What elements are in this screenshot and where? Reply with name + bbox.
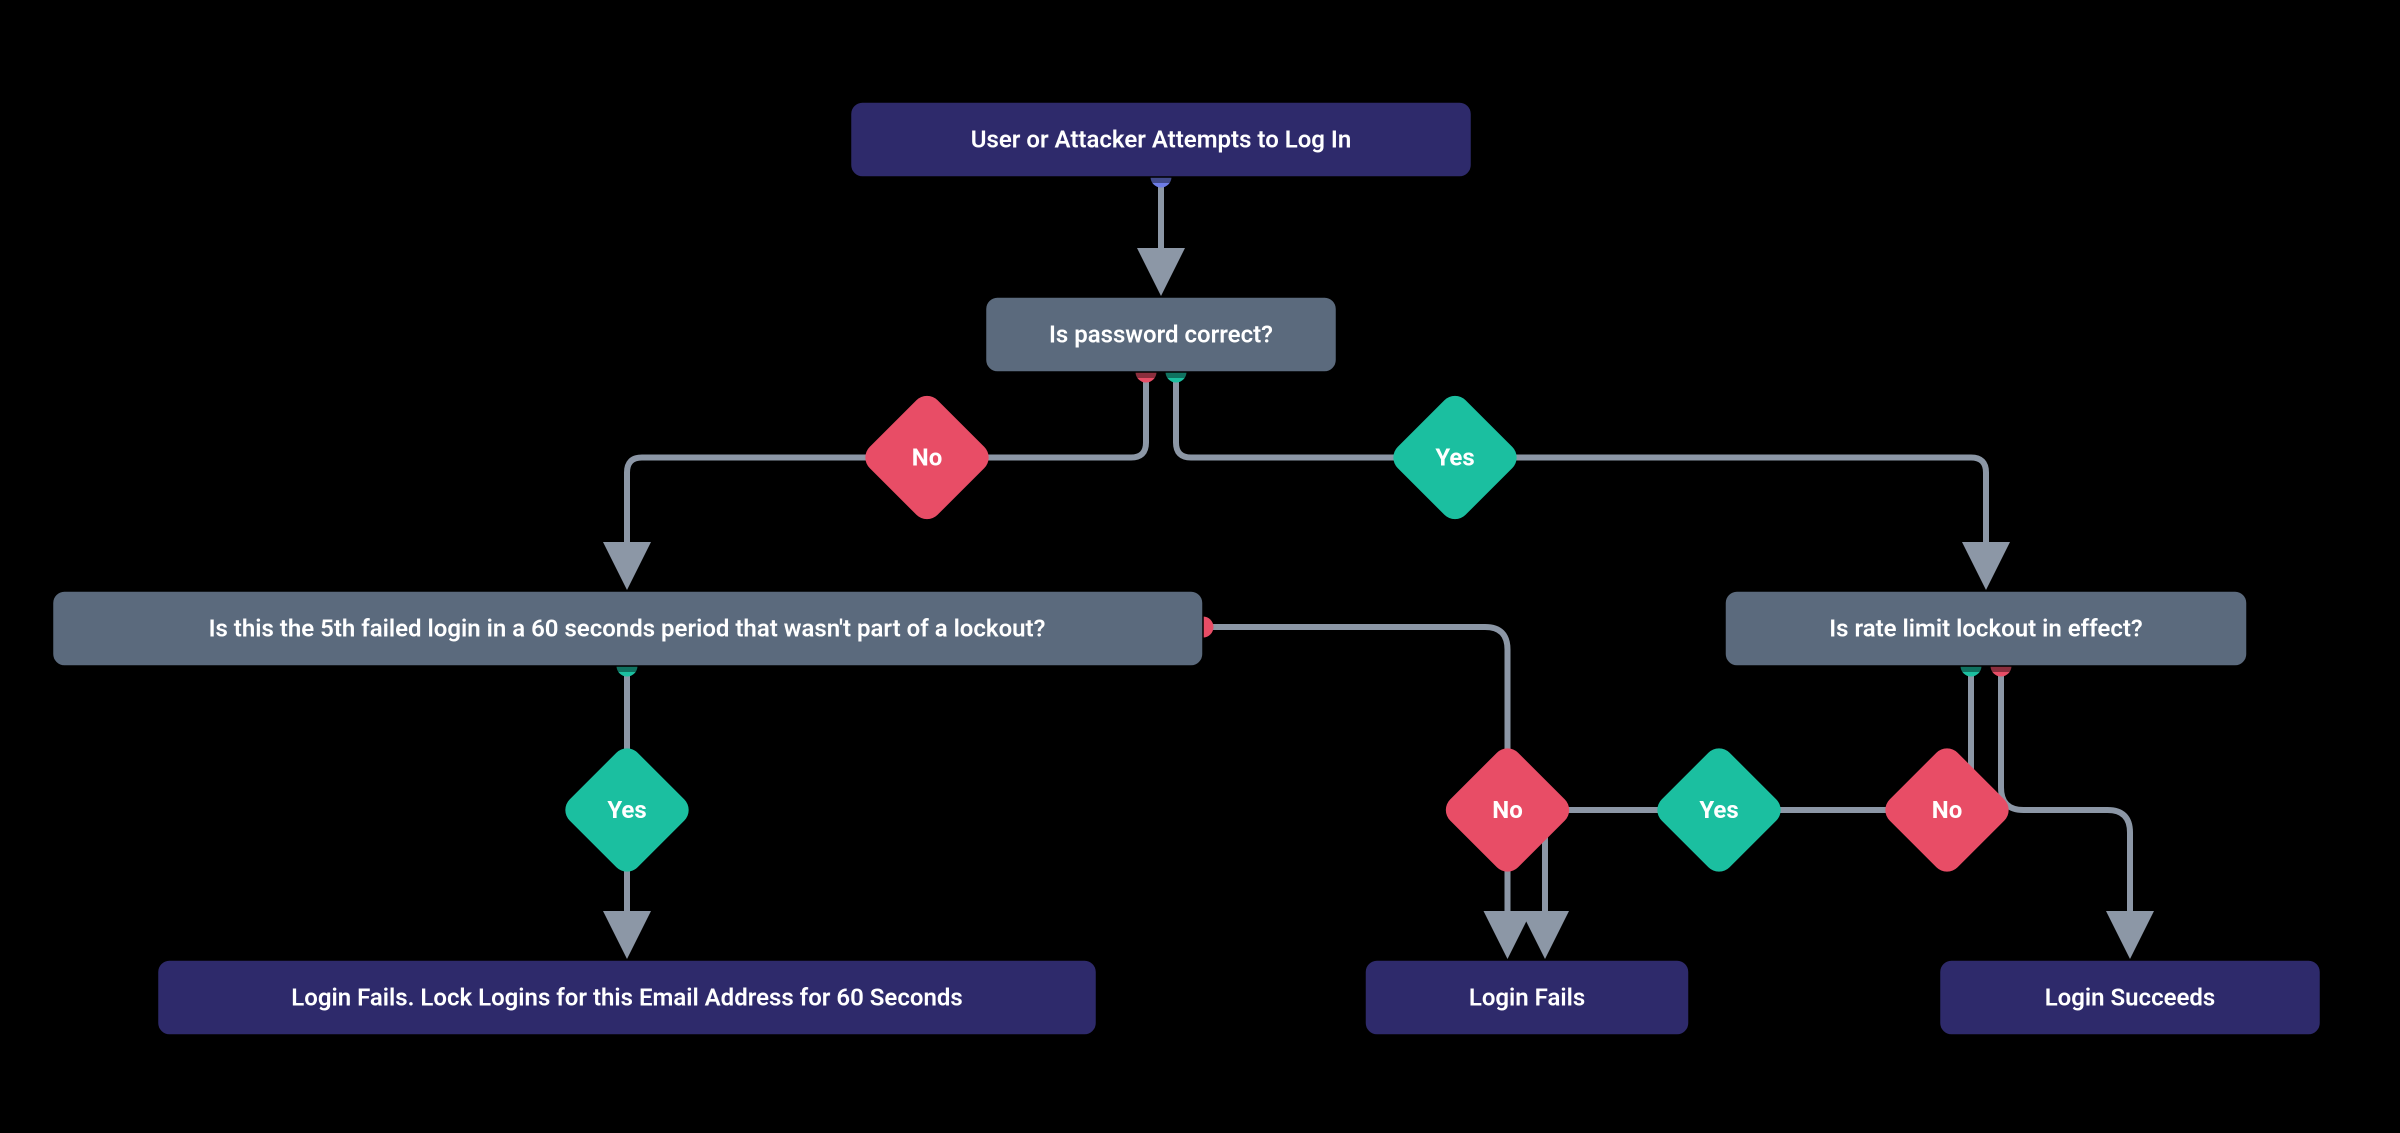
label-yes-q-lockout: Yes	[1651, 742, 1787, 878]
svg-text:Login Fails. Lock Logins for t: Login Fails. Lock Logins for this Email …	[291, 984, 962, 1012]
svg-text:No: No	[1932, 796, 1962, 824]
label-no-q-5th: No	[1440, 742, 1576, 878]
login-rate-limit-flowchart: No Yes Yes No Yes No User or Attacker At…	[0, 0, 2400, 1133]
svg-text:No: No	[1492, 796, 1522, 824]
svg-text:User or Attacker Attempts to L: User or Attacker Attempts to Log In	[971, 126, 1351, 154]
edge-q-pwd-yes-to-q-lockout	[1166, 362, 1987, 583]
svg-text:Is rate limit lockout in effec: Is rate limit lockout in effect?	[1829, 615, 2142, 643]
node-q-pwd: Is password correct?	[986, 297, 1337, 378]
svg-text:Yes: Yes	[1435, 444, 1474, 472]
svg-text:Is this the 5th failed login i: Is this the 5th failed login in a 60 sec…	[209, 615, 1046, 643]
node-q-lockout: Is rate limit lockout in effect?	[1725, 591, 2247, 672]
edge-q-lockout-no-to-end-succeeds	[1991, 656, 2131, 952]
label-no-q-pwd: No	[859, 390, 995, 526]
node-end-succeeds: Login Succeeds	[1940, 960, 2321, 1041]
edge-start-to-q-pwd	[1151, 167, 1172, 289]
svg-text:Is password correct?: Is password correct?	[1049, 321, 1273, 349]
label-yes-q-5th: Yes	[559, 742, 695, 878]
node-end-lock: Login Fails. Lock Logins for this Email …	[158, 960, 1097, 1041]
node-q-5th: Is this the 5th failed login in a 60 sec…	[53, 591, 1204, 672]
label-no-q-lockout: No	[1879, 742, 2015, 878]
node-start: User or Attacker Attempts to Log In	[851, 102, 1472, 183]
node-end-fails: Login Fails	[1365, 960, 1689, 1041]
svg-text:Yes: Yes	[1699, 796, 1738, 824]
svg-text:Login Succeeds: Login Succeeds	[2045, 984, 2216, 1012]
svg-text:Login Fails: Login Fails	[1469, 984, 1585, 1012]
edge-q-5th-no-to-end-fails	[1193, 617, 1508, 952]
svg-text:Yes: Yes	[607, 796, 646, 824]
label-yes-q-pwd: Yes	[1387, 390, 1523, 526]
svg-text:No: No	[912, 444, 942, 472]
